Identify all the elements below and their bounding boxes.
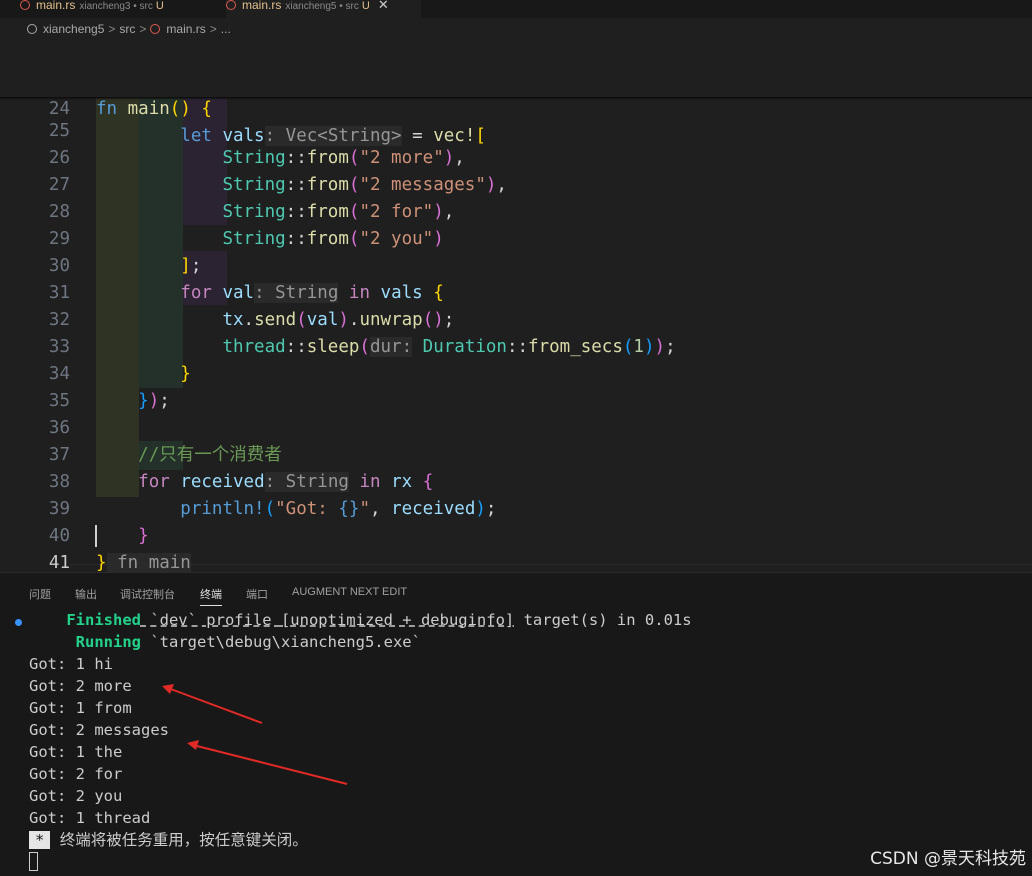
terminal-output-line: Got: 1 hi	[29, 655, 113, 673]
text-cursor	[95, 525, 97, 547]
tab-terminal[interactable]: 终端	[200, 586, 222, 606]
terminal-line: Finished `dev` profile [unoptimized + de…	[29, 609, 692, 631]
code-line[interactable]: 41	[0, 523, 1032, 573]
tab-label: main.rs	[36, 0, 76, 12]
terminal-output-line: Got: 2 messages	[29, 721, 169, 739]
breadcrumb: xiancheng5 > src > main.rs >...	[27, 22, 231, 40]
chevron-right-icon: >	[139, 22, 147, 36]
chevron-right-icon: >	[108, 22, 116, 36]
terminal-cursor	[29, 852, 38, 871]
finished-text: target(s) in 0.01s	[514, 611, 692, 629]
code-line[interactable]: 28 String::from("2 you")	[0, 172, 1032, 249]
tab-output[interactable]: 输出	[75, 586, 97, 602]
terminal-output-line: Got: 1 from	[29, 699, 132, 717]
untracked-badge: U	[155, 0, 164, 12]
finished-profile: [unoptimized + debuginfo]	[280, 611, 515, 629]
breadcrumb-file[interactable]: main.rs	[166, 22, 205, 36]
terminal-output-line: Got: 2 more	[29, 677, 132, 695]
terminal-output-line: Got: 1 thread	[29, 809, 151, 827]
task-reuse-message: 终端将被任务重用，按任意键关闭。	[59, 831, 308, 849]
watermark: CSDN @景天科技苑	[870, 849, 1026, 869]
code-line[interactable]: 37 for received: String in rx {	[0, 415, 1032, 492]
rust-file-icon	[150, 24, 161, 34]
tab-label: main.rs	[242, 0, 282, 12]
rust-file-icon	[20, 0, 30, 10]
code-line[interactable]: 30 for val: String in vals {	[0, 226, 1032, 303]
terminal-output-line: Got: 2 you	[29, 787, 123, 805]
code-line[interactable]: 38 println!("Got: {}", received);	[0, 442, 1032, 519]
code-line[interactable]: 6 fn main() {	[0, 42, 1032, 119]
tab-debug-console[interactable]: 调试控制台	[120, 586, 175, 602]
sticky-scroll-shadow	[0, 97, 1032, 100]
terminal[interactable]: Finished `dev` profile [unoptimized + de…	[0, 609, 1032, 876]
code-line[interactable]: 40 } fn main	[0, 496, 1032, 573]
running-text: `target\debug\xiancheng5.exe`	[141, 633, 421, 651]
tab-description: xiancheng3 • src	[79, 1, 153, 12]
task-star: *	[29, 831, 51, 849]
line-code: let vals: Vec<String> = vec![	[180, 126, 486, 146]
rust-file-icon	[226, 0, 236, 10]
code-editor[interactable]: 6 fn main() { 24 let vals: Vec<String> =…	[0, 42, 1032, 592]
finished-label: Finished	[66, 611, 141, 629]
breadcrumb-project[interactable]: xiancheng5	[43, 22, 104, 36]
tab-bar: main.rs xiancheng3 • src U main.rs xianchen…	[0, 0, 1032, 18]
terminal-line: * 终端将被任务重用，按任意键关闭。	[29, 829, 308, 851]
close-icon[interactable]: ✕	[378, 0, 389, 12]
tab-description: xiancheng5 • src	[285, 1, 359, 12]
code-line[interactable]: 33 }	[0, 307, 1032, 384]
folder-icon	[27, 24, 37, 34]
tab-main-rs-xiancheng3[interactable]: main.rs xiancheng3 • src U	[20, 0, 220, 18]
tab-main-rs-xiancheng5[interactable]: main.rs xiancheng5 • src U ✕	[226, 0, 421, 18]
running-label: Running	[75, 633, 141, 651]
terminal-line: Running `target\debug\xiancheng5.exe`	[29, 631, 421, 653]
bottom-panel: 问题 输出 调试控制台 终端 端口 AUGMENT NEXT EDIT Fini…	[0, 572, 1032, 876]
chevron-right-icon: >	[209, 22, 217, 36]
tab-problems[interactable]: 问题	[29, 586, 51, 602]
line-code: fn main() {	[96, 99, 212, 119]
code-line[interactable]: 36 //只有一个消费者	[0, 388, 1032, 465]
command-status-dot-icon	[15, 619, 22, 626]
breadcrumb-symbol[interactable]: ...	[221, 22, 231, 36]
code-line[interactable]: 39 }	[0, 469, 1032, 546]
code-line[interactable]: 24 let vals: Vec<String> = vec![	[0, 69, 1032, 146]
terminal-output-line: Got: 2 for	[29, 765, 123, 783]
breadcrumb-folder[interactable]: src	[119, 22, 135, 36]
tab-ports[interactable]: 端口	[246, 586, 268, 602]
terminal-output-line: Got: 1 the	[29, 743, 123, 761]
code-line[interactable]: 34 });	[0, 334, 1032, 411]
code-line[interactable]: 29 ];	[0, 199, 1032, 276]
tab-augment-next-edit[interactable]: AUGMENT NEXT EDIT	[292, 586, 407, 598]
code-line[interactable]: 32 thread::sleep(dur: Duration::from_sec…	[0, 280, 1032, 357]
finished-text: `dev` profile	[140, 611, 281, 629]
untracked-badge: U	[361, 0, 370, 12]
code-line[interactable]: 35	[0, 361, 1032, 411]
code-line[interactable]: 31 tx.send(val).unwrap();	[0, 253, 1032, 330]
line-number: 24	[48, 99, 70, 119]
